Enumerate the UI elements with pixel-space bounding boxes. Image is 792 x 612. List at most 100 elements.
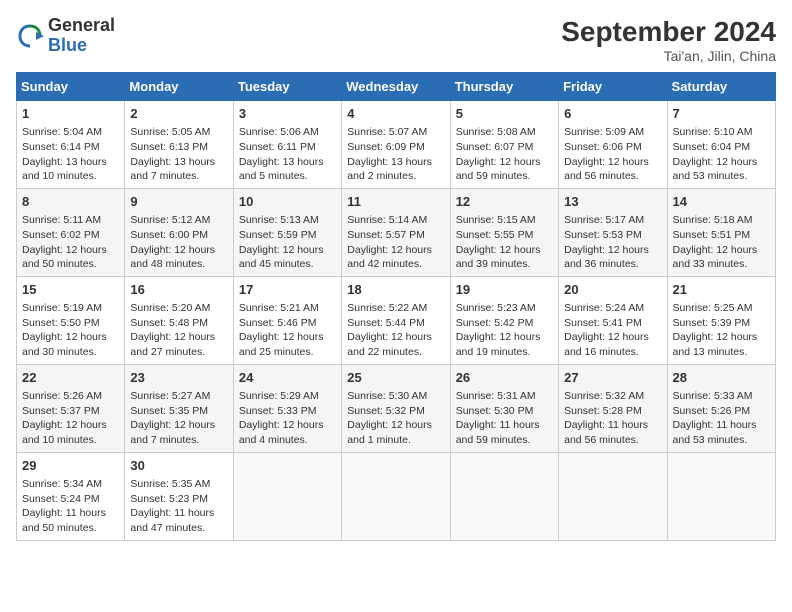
daylight: Daylight: 12 hours and 4 minutes. [239, 419, 324, 446]
calendar-row: 15Sunrise: 5:19 AMSunset: 5:50 PMDayligh… [17, 276, 776, 364]
daylight: Daylight: 12 hours and 30 minutes. [22, 331, 107, 358]
sunset: Sunset: 5:32 PM [347, 405, 425, 417]
calendar-cell: 1Sunrise: 5:04 AMSunset: 6:14 PMDaylight… [17, 101, 125, 189]
sunset: Sunset: 5:59 PM [239, 229, 317, 241]
daylight: Daylight: 12 hours and 13 minutes. [673, 331, 758, 358]
day-number: 7 [673, 105, 770, 123]
calendar-cell: 6Sunrise: 5:09 AMSunset: 6:06 PMDaylight… [559, 101, 667, 189]
calendar-cell: 26Sunrise: 5:31 AMSunset: 5:30 PMDayligh… [450, 364, 558, 452]
day-number: 20 [564, 281, 661, 299]
day-number: 28 [673, 369, 770, 387]
day-number: 15 [22, 281, 119, 299]
day-number: 18 [347, 281, 444, 299]
sunrise: Sunrise: 5:23 AM [456, 302, 536, 314]
day-number: 12 [456, 193, 553, 211]
daylight: Daylight: 12 hours and 7 minutes. [130, 419, 215, 446]
sunrise: Sunrise: 5:29 AM [239, 390, 319, 402]
calendar-cell: 29Sunrise: 5:34 AMSunset: 5:24 PMDayligh… [17, 452, 125, 540]
day-number: 2 [130, 105, 227, 123]
calendar-cell: 24 Sunrise: 5:29 AM Sunset: 5:33 PM Dayligh… [233, 364, 341, 452]
daylight: Daylight: 13 hours and 10 minutes. [22, 156, 107, 183]
daylight: Daylight: 13 hours and 2 minutes. [347, 156, 432, 183]
sunset: Sunset: 5:46 PM [239, 317, 317, 329]
day-number: 19 [456, 281, 553, 299]
daylight: Daylight: 12 hours and 10 minutes. [22, 419, 107, 446]
daylight: Daylight: 12 hours and 39 minutes. [456, 244, 541, 271]
calendar-cell: 18Sunrise: 5:22 AMSunset: 5:44 PMDayligh… [342, 276, 450, 364]
calendar-row: 1Sunrise: 5:04 AMSunset: 6:14 PMDaylight… [17, 101, 776, 189]
day-number: 26 [456, 369, 553, 387]
daylight: Daylight: 11 hours and 50 minutes. [22, 507, 106, 534]
daylight: Daylight: 13 hours and 5 minutes. [239, 156, 324, 183]
calendar-cell: 4Sunrise: 5:07 AMSunset: 6:09 PMDaylight… [342, 101, 450, 189]
header-monday: Monday [125, 73, 233, 101]
daylight: Daylight: 12 hours and 16 minutes. [564, 331, 649, 358]
sunset: Sunset: 5:42 PM [456, 317, 534, 329]
sunset: Sunset: 5:57 PM [347, 229, 425, 241]
sunrise: Sunrise: 5:19 AM [22, 302, 102, 314]
sunrise: Sunrise: 5:24 AM [564, 302, 644, 314]
day-number: 24 [239, 369, 336, 387]
sunset: Sunset: 5:23 PM [130, 493, 208, 505]
day-number: 10 [239, 193, 336, 211]
sunrise: Sunrise: 5:35 AM [130, 478, 210, 490]
day-number: 4 [347, 105, 444, 123]
empty-cell [559, 452, 667, 540]
sunrise: Sunrise: 5:07 AM [347, 126, 427, 138]
calendar-table: Sunday Monday Tuesday Wednesday Thursday… [16, 72, 776, 541]
daylight: Daylight: 12 hours and 45 minutes. [239, 244, 324, 271]
daylight: Daylight: 12 hours and 50 minutes. [22, 244, 107, 271]
calendar-cell: 16Sunrise: 5:20 AMSunset: 5:48 PMDayligh… [125, 276, 233, 364]
day-number: 5 [456, 105, 553, 123]
empty-cell [450, 452, 558, 540]
calendar-row: 22Sunrise: 5:26 AMSunset: 5:37 PMDayligh… [17, 364, 776, 452]
calendar-cell: 8Sunrise: 5:11 AMSunset: 6:02 PMDaylight… [17, 188, 125, 276]
sunrise: Sunrise: 5:06 AM [239, 126, 319, 138]
calendar-cell: 5 Sunrise: 5:08 AM Sunset: 6:07 PM Daylight… [450, 101, 558, 189]
sunset: Sunset: 6:02 PM [22, 229, 100, 241]
daylight: Daylight: 12 hours and 42 minutes. [347, 244, 432, 271]
calendar-cell: 20 Sunrise: 5:24 AM Sunset: 5:41 PM Dayligh… [559, 276, 667, 364]
sunrise: Sunrise: 5:30 AM [347, 390, 427, 402]
daylight: Daylight: 12 hours and 33 minutes. [673, 244, 758, 271]
sunrise: Sunrise: 5:08 AM [456, 126, 536, 138]
calendar-cell: 15Sunrise: 5:19 AMSunset: 5:50 PMDayligh… [17, 276, 125, 364]
sunrise: Sunrise: 5:20 AM [130, 302, 210, 314]
sunset: Sunset: 5:39 PM [673, 317, 751, 329]
day-number: 8 [22, 193, 119, 211]
day-number: 6 [564, 105, 661, 123]
sunrise: Sunrise: 5:15 AM [456, 214, 536, 226]
sunset: Sunset: 6:07 PM [456, 141, 534, 153]
daylight: Daylight: 12 hours and 25 minutes. [239, 331, 324, 358]
day-number: 23 [130, 369, 227, 387]
sunrise: Sunrise: 5:21 AM [239, 302, 319, 314]
header-thursday: Thursday [450, 73, 558, 101]
sunset: Sunset: 6:13 PM [130, 141, 208, 153]
daylight: Daylight: 12 hours and 19 minutes. [456, 331, 541, 358]
sunset: Sunset: 5:41 PM [564, 317, 642, 329]
sunrise: Sunrise: 5:32 AM [564, 390, 644, 402]
sunrise: Sunrise: 5:13 AM [239, 214, 319, 226]
sunrise: Sunrise: 5:22 AM [347, 302, 427, 314]
sunrise: Sunrise: 5:12 AM [130, 214, 210, 226]
daylight: Daylight: 13 hours and 7 minutes. [130, 156, 215, 183]
day-number: 14 [673, 193, 770, 211]
sunset: Sunset: 5:28 PM [564, 405, 642, 417]
header-tuesday: Tuesday [233, 73, 341, 101]
day-number: 22 [22, 369, 119, 387]
daylight: Daylight: 12 hours and 36 minutes. [564, 244, 649, 271]
daylight: Daylight: 12 hours and 59 minutes. [456, 156, 541, 183]
day-number: 3 [239, 105, 336, 123]
calendar-cell: 11Sunrise: 5:14 AMSunset: 5:57 PMDayligh… [342, 188, 450, 276]
daylight: Daylight: 12 hours and 22 minutes. [347, 331, 432, 358]
sunset: Sunset: 6:14 PM [22, 141, 100, 153]
day-number: 29 [22, 457, 119, 475]
daylight: Daylight: 11 hours and 59 minutes. [456, 419, 540, 446]
sunset: Sunset: 6:04 PM [673, 141, 751, 153]
daylight: Daylight: 12 hours and 48 minutes. [130, 244, 215, 271]
daylight: Daylight: 12 hours and 56 minutes. [564, 156, 649, 183]
sunset: Sunset: 6:06 PM [564, 141, 642, 153]
sunrise: Sunrise: 5:34 AM [22, 478, 102, 490]
sunrise: Sunrise: 5:05 AM [130, 126, 210, 138]
sunset: Sunset: 5:33 PM [239, 405, 317, 417]
